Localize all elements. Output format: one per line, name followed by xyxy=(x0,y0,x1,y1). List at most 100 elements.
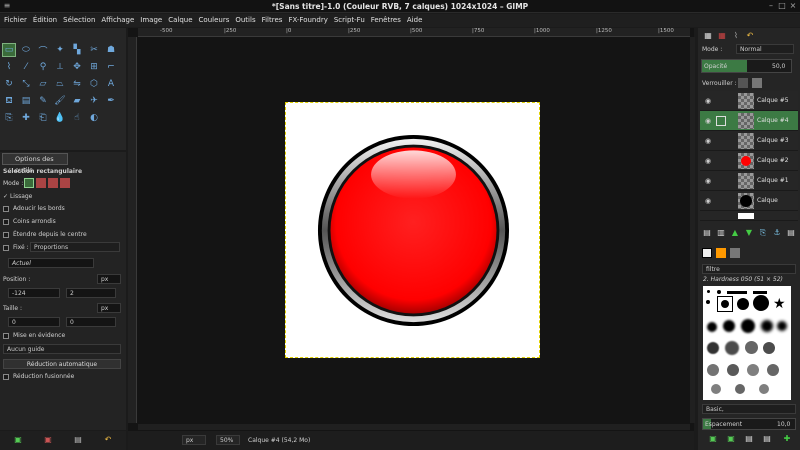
foreground-select-tool-icon[interactable]: ☗ xyxy=(104,43,118,57)
tab-tool-options[interactable]: Options des outils xyxy=(2,153,68,174)
flip-tool-icon[interactable]: ⇋ xyxy=(70,77,84,91)
mode-add-icon[interactable] xyxy=(36,178,46,188)
brush-swatch[interactable] xyxy=(727,291,747,294)
menu-selection[interactable]: Sélection xyxy=(63,14,95,27)
eraser-tool-icon[interactable]: ▰ xyxy=(70,94,84,108)
paths-tab-icon[interactable]: ⌇ xyxy=(731,31,741,41)
restore-options-icon[interactable]: ▣ xyxy=(43,435,53,445)
visibility-eye-icon[interactable]: ◉ xyxy=(705,117,711,125)
zoom-tool-icon[interactable]: ⚲ xyxy=(36,60,50,74)
brush-swatch[interactable] xyxy=(753,295,769,311)
menu-fichier[interactable]: Fichier xyxy=(4,14,27,27)
brush-swatch[interactable] xyxy=(706,300,710,304)
brush-swatch[interactable] xyxy=(761,320,773,332)
lock-pixels-icon[interactable] xyxy=(738,78,748,88)
menu-couleurs[interactable]: Couleurs xyxy=(199,14,230,27)
new-brush-icon[interactable]: ▣ xyxy=(726,434,736,444)
brush-swatch[interactable] xyxy=(717,290,721,294)
layer-mode-dropdown[interactable]: Normal xyxy=(736,44,794,54)
bucket-fill-tool-icon[interactable]: ⛾ xyxy=(2,94,16,108)
brush-swatch[interactable] xyxy=(711,384,721,394)
brush-swatch[interactable] xyxy=(725,341,739,355)
free-select-tool-icon[interactable]: ⌒ xyxy=(36,43,50,57)
brush-swatch[interactable] xyxy=(745,341,758,354)
gradients-tab-icon[interactable] xyxy=(730,248,740,258)
brush-swatch[interactable] xyxy=(767,364,779,376)
cage-tool-icon[interactable]: ⬡ xyxy=(87,77,101,91)
brush-grid[interactable]: ★ xyxy=(703,286,791,400)
smudge-tool-icon[interactable]: ☝ xyxy=(70,111,84,125)
heal-tool-icon[interactable]: ✚ xyxy=(19,111,33,125)
menu-edition[interactable]: Édition xyxy=(33,14,57,27)
position-y-field[interactable]: 2 xyxy=(66,288,116,298)
ellipse-select-tool-icon[interactable]: ⬭ xyxy=(19,43,33,57)
zoom-dropdown[interactable]: 50% xyxy=(216,435,240,445)
chain-link-icon[interactable] xyxy=(716,116,726,126)
scissors-tool-icon[interactable]: ✂ xyxy=(87,43,101,57)
unit-dropdown[interactable]: px xyxy=(182,435,206,445)
visibility-eye-icon[interactable]: ◉ xyxy=(705,97,711,105)
save-options-icon[interactable]: ▣ xyxy=(13,435,23,445)
brush-swatch-selected[interactable] xyxy=(717,296,733,312)
color-select-tool-icon[interactable]: ▚ xyxy=(70,43,84,57)
menu-fenetres[interactable]: Fenêtres xyxy=(371,14,401,27)
layer-row[interactable]: ◉ Calque #1 xyxy=(700,171,798,191)
brush-preset-dropdown[interactable]: Basic, xyxy=(702,404,796,414)
layer-row[interactable]: ◉ Calque #5 xyxy=(700,91,798,111)
mode-replace-icon[interactable] xyxy=(24,178,34,188)
brush-swatch[interactable] xyxy=(741,319,755,333)
auto-shrink-button[interactable]: Réduction automatique xyxy=(3,359,121,369)
minimize-icon[interactable]: – xyxy=(766,1,776,11)
menu-image[interactable]: Image xyxy=(140,14,162,27)
refresh-brushes-icon[interactable]: ✚ xyxy=(782,434,792,444)
blur-tool-icon[interactable]: 💧 xyxy=(53,111,67,125)
visibility-eye-icon[interactable]: ◉ xyxy=(705,177,711,185)
size-w-field[interactable]: 0 xyxy=(8,317,60,327)
delete-layer-icon[interactable]: ▤ xyxy=(786,228,796,238)
merged-shrink-option[interactable]: Réduction fusionnée xyxy=(3,373,74,380)
rotate-tool-icon[interactable]: ↻ xyxy=(2,77,16,91)
brush-swatch[interactable] xyxy=(737,298,749,310)
layers-tab-icon[interactable]: ▦ xyxy=(703,31,713,41)
menu-fx-foundry[interactable]: FX-Foundry xyxy=(288,14,327,27)
layer-row[interactable]: ◉ Calque #3 xyxy=(700,131,798,151)
menu-aide[interactable]: Aide xyxy=(407,14,422,27)
size-h-field[interactable]: 0 xyxy=(66,317,116,327)
new-group-icon[interactable]: ▥ xyxy=(716,228,726,238)
close-icon[interactable]: × xyxy=(788,1,798,11)
ink-tool-icon[interactable]: ✒ xyxy=(104,94,118,108)
highlight-option[interactable]: Mise en évidence xyxy=(3,332,65,339)
spacing-slider[interactable]: Espacement 10,0 xyxy=(702,418,796,430)
layer-row[interactable]: ◉ Calque #2 xyxy=(700,151,798,171)
expand-center-option[interactable]: Étendre depuis le centre xyxy=(3,231,87,238)
new-layer-icon[interactable]: ▤ xyxy=(702,228,712,238)
undo-history-tab-icon[interactable]: ↶ xyxy=(745,31,755,41)
brush-swatch[interactable] xyxy=(707,364,719,376)
brush-swatch[interactable] xyxy=(707,322,717,332)
position-unit-dropdown[interactable]: px xyxy=(97,274,121,284)
feather-option[interactable]: Adoucir les bords xyxy=(3,205,65,212)
rounded-option[interactable]: Coins arrondis xyxy=(3,218,56,225)
guide-dropdown[interactable]: Aucun guide xyxy=(3,344,121,354)
airbrush-tool-icon[interactable]: ✈ xyxy=(87,94,101,108)
visibility-eye-icon[interactable]: ◉ xyxy=(705,197,711,205)
size-unit-dropdown[interactable]: px xyxy=(97,303,121,313)
color-picker-tool-icon[interactable]: ⁄ xyxy=(19,60,33,74)
lower-layer-icon[interactable]: ▼ xyxy=(744,228,754,238)
paths-tool-icon[interactable]: ⌇ xyxy=(2,60,16,74)
perspective-tool-icon[interactable]: ⏢ xyxy=(53,77,67,91)
vertical-scrollbar[interactable] xyxy=(690,37,695,423)
menu-affichage[interactable]: Affichage xyxy=(101,14,134,27)
channels-tab-icon[interactable]: ▦ xyxy=(717,31,727,41)
mode-subtract-icon[interactable] xyxy=(48,178,58,188)
brush-swatch[interactable] xyxy=(707,290,710,293)
brush-swatch[interactable] xyxy=(735,384,745,394)
measure-tool-icon[interactable]: ⟂ xyxy=(53,60,67,74)
menu-script-fu[interactable]: Script-Fu xyxy=(334,14,365,27)
rect-select-tool-icon[interactable]: ▭ xyxy=(2,43,16,57)
maximize-icon[interactable]: □ xyxy=(777,1,787,11)
blend-tool-icon[interactable]: ▤ xyxy=(19,94,33,108)
scale-tool-icon[interactable]: ⤡ xyxy=(19,77,33,91)
brush-swatch[interactable] xyxy=(727,364,739,376)
layer-row[interactable] xyxy=(700,211,798,221)
